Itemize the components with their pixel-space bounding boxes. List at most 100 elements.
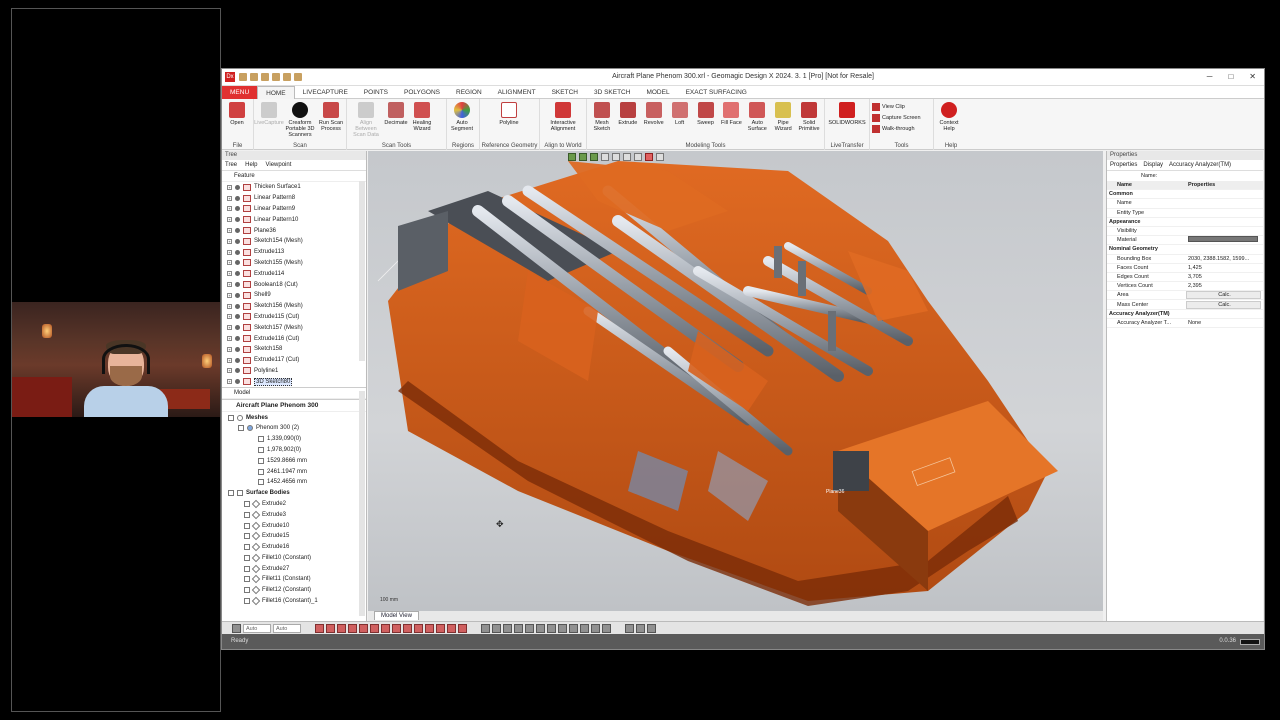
selection-icon-4[interactable]	[348, 623, 357, 633]
feature-item[interactable]: + Extrude114	[222, 268, 366, 279]
surface-body-item[interactable]: Fillet11 (Constant)	[222, 574, 366, 585]
checkbox[interactable]	[244, 554, 250, 561]
surface-body-item[interactable]: Fillet10 (Constant)	[222, 553, 366, 564]
surface-body-item[interactable]: Extrude2	[222, 499, 366, 510]
checkbox[interactable]	[244, 500, 250, 507]
tab-points[interactable]: POINTS	[356, 86, 396, 99]
feature-item[interactable]: + Sketch158	[222, 344, 366, 355]
feature-item[interactable]: + Linear Pattern9	[222, 204, 366, 215]
material-swatch[interactable]	[1188, 236, 1258, 243]
checkbox[interactable]	[244, 598, 250, 605]
checkbox[interactable]	[244, 522, 250, 529]
visibility-icon[interactable]	[235, 228, 240, 234]
checkbox[interactable]	[244, 511, 250, 518]
selection-icon-6[interactable]	[370, 623, 379, 633]
selection-icon-5[interactable]	[359, 623, 368, 633]
tab-properties[interactable]: Properties	[1110, 162, 1137, 168]
visibility-icon[interactable]	[235, 346, 240, 352]
checkbox[interactable]	[244, 576, 250, 583]
mesh-item[interactable]: Phenom 300 (2)	[222, 423, 366, 434]
selection-icon-9[interactable]	[403, 623, 412, 633]
visibility-icon[interactable]	[235, 217, 240, 223]
expand-icon[interactable]: +	[227, 303, 232, 309]
feature-item[interactable]: + Plane36	[222, 225, 366, 236]
selection-icon-10[interactable]	[414, 623, 423, 633]
zoom-fit-icon[interactable]	[492, 623, 501, 633]
maximize-button[interactable]: □	[1228, 72, 1233, 81]
feature-item[interactable]: + Shell9	[222, 290, 366, 301]
tab-tree[interactable]: Tree	[225, 162, 237, 168]
visibility-icon[interactable]	[235, 238, 240, 244]
expand-icon[interactable]: +	[227, 217, 232, 223]
selection-icon-11[interactable]	[425, 623, 434, 633]
feature-item[interactable]: +3D Sketch80	[222, 376, 366, 387]
section-icon[interactable]	[636, 623, 645, 633]
expand-icon[interactable]: +	[227, 206, 232, 212]
selection-icon-3[interactable]	[337, 623, 346, 633]
visibility-icon[interactable]	[235, 271, 240, 277]
tab-exact-surfacing[interactable]: EXACT SURFACING	[678, 86, 755, 99]
tab-menu[interactable]: MENU	[222, 85, 258, 99]
tab-polygons[interactable]: POLYGONS	[396, 86, 448, 99]
filter-select-2[interactable]: Auto	[273, 623, 301, 633]
expand-icon[interactable]: +	[227, 271, 232, 277]
tab-model[interactable]: MODEL	[638, 86, 677, 99]
visibility-icon[interactable]	[235, 379, 240, 385]
model-scrollbar[interactable]	[359, 391, 365, 616]
view-clip-button[interactable]: View Clip	[872, 103, 931, 111]
display-icon[interactable]	[647, 623, 656, 633]
visibility-icon[interactable]	[235, 195, 240, 201]
feature-item[interactable]: + Boolean18 (Cut)	[222, 279, 366, 290]
visibility-icon[interactable]	[235, 249, 240, 255]
visibility-icon[interactable]	[235, 325, 240, 331]
feature-item[interactable]: + Sketch156 (Mesh)	[222, 301, 366, 312]
surface-body-item[interactable]: Fillet16 (Constant)_1	[222, 596, 366, 607]
tab-home[interactable]: HOME	[257, 85, 295, 99]
tab-region[interactable]: REGION	[448, 86, 490, 99]
feature-item[interactable]: + Sketch154 (Mesh)	[222, 236, 366, 247]
feature-item[interactable]: + Extrude116 (Cut)	[222, 333, 366, 344]
visibility-icon[interactable]	[235, 336, 240, 342]
expand-icon[interactable]: +	[227, 228, 232, 234]
expand-icon[interactable]: +	[227, 325, 232, 331]
feature-item[interactable]: + Polyline1	[222, 366, 366, 377]
expand-icon[interactable]: +	[227, 282, 232, 288]
tab-help[interactable]: Help	[245, 162, 257, 168]
feature-item[interactable]: + Sketch155 (Mesh)	[222, 258, 366, 269]
view-icon-3[interactable]	[525, 623, 534, 633]
view-icon-6[interactable]	[558, 623, 567, 633]
tab-accuracy-analyzer[interactable]: Accuracy Analyzer(TM)	[1169, 162, 1231, 168]
checkbox[interactable]	[244, 544, 250, 551]
expand-icon[interactable]: +	[227, 195, 232, 201]
surface-body-item[interactable]: Extrude3	[222, 509, 366, 520]
meshes-node[interactable]: Meshes	[222, 412, 366, 423]
expand-icon[interactable]: +	[227, 260, 232, 266]
select-tool-icon[interactable]	[232, 623, 241, 633]
visibility-icon[interactable]	[235, 314, 240, 320]
selection-icon-14[interactable]	[458, 623, 467, 633]
expand-icon[interactable]: +	[227, 336, 232, 342]
tab-display[interactable]: Display	[1143, 162, 1163, 168]
expand-icon[interactable]: +	[227, 238, 232, 244]
visibility-icon[interactable]	[235, 303, 240, 309]
feature-item[interactable]: + Extrude115 (Cut)	[222, 312, 366, 323]
property-row[interactable]: Area Calc.	[1107, 291, 1263, 301]
visibility-icon[interactable]	[235, 260, 240, 266]
selection-icon-7[interactable]	[381, 623, 390, 633]
expand-icon[interactable]: +	[227, 368, 232, 374]
visibility-icon[interactable]	[235, 206, 240, 212]
selection-icon-1[interactable]	[315, 623, 324, 633]
3d-viewport[interactable]: 100 mm Plane36 ✥	[368, 151, 1103, 611]
expand-icon[interactable]: +	[227, 379, 232, 385]
view-icon-8[interactable]	[580, 623, 589, 633]
selection-icon-8[interactable]	[392, 623, 401, 633]
feature-item[interactable]: + Extrude117 (Cut)	[222, 355, 366, 366]
view-icon-2[interactable]	[514, 623, 523, 633]
expand-icon[interactable]: +	[227, 249, 232, 255]
view-icon-10[interactable]	[602, 623, 611, 633]
measure-icon[interactable]	[625, 623, 634, 633]
checkbox[interactable]	[244, 565, 250, 572]
view-icon-4[interactable]	[536, 623, 545, 633]
visibility-icon[interactable]	[235, 357, 240, 363]
surface-body-item[interactable]: Extrude16	[222, 542, 366, 553]
